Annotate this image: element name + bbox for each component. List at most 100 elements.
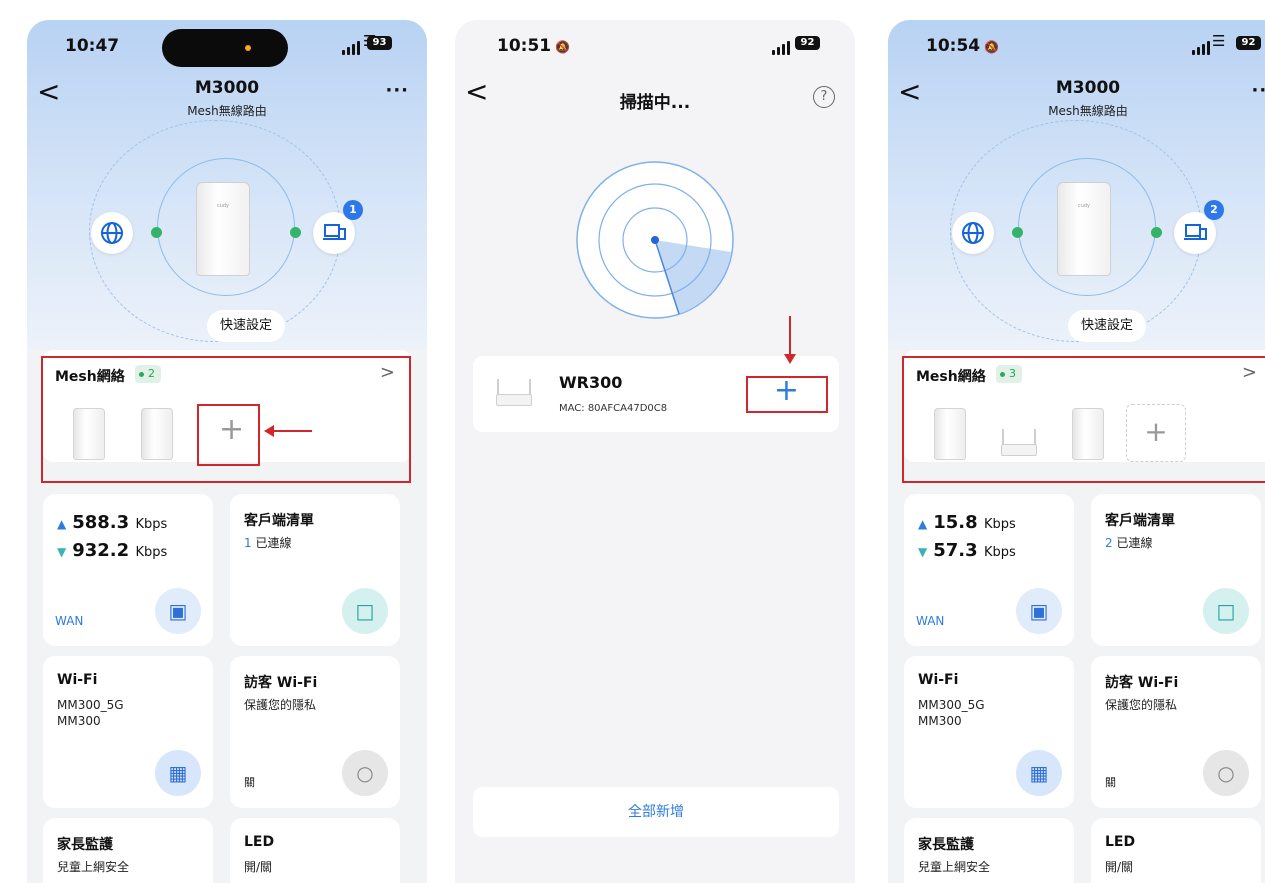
wifi-tile[interactable]: Wi-Fi MM300_5G MM300 ▦	[904, 656, 1074, 808]
status-time: 10:47	[65, 36, 120, 56]
silent-bell-icon: 🔕	[555, 40, 571, 54]
led-tile[interactable]: LED 開/關	[1091, 818, 1261, 883]
status-time: 10:51 🔕	[497, 36, 571, 56]
parental-subtitle: 兒童上網安全	[57, 860, 130, 874]
connected-count: 1 已連線	[244, 536, 292, 550]
annotation-highlight-box	[746, 376, 828, 413]
mesh-topology: cudy 2 快速設定	[946, 120, 1224, 360]
led-subtitle: 開/關	[1105, 860, 1134, 874]
wifi-ssid-5g: MM300_5G	[918, 698, 985, 712]
device-name: WR300	[559, 373, 623, 392]
guest-wifi-subtitle: 保護您的隱私	[244, 698, 317, 712]
mesh-topology: cudy 1 快速設定	[85, 120, 363, 360]
led-title: LED	[1105, 834, 1136, 850]
laptop-icon[interactable]: 2	[1174, 200, 1224, 254]
device-mac: MAC: 80AFCA47D0C8	[559, 403, 668, 414]
guest-wifi-title: 訪客 Wi-Fi	[244, 675, 318, 691]
wifi-icon: ☰	[1212, 32, 1226, 50]
annotation-arrow	[784, 316, 796, 364]
guest-wifi-title: 訪客 Wi-Fi	[1105, 675, 1179, 691]
guest-wifi-tile[interactable]: 訪客 Wi-Fi 保護您的隱私 關 ○	[1091, 656, 1261, 808]
wan-label: WAN	[916, 614, 945, 628]
battery-indicator: 93	[367, 36, 392, 50]
wifi-ssid: MM300	[57, 714, 101, 728]
wifi-title: Wi-Fi	[57, 672, 98, 688]
client-link-dot	[290, 227, 301, 238]
led-tile[interactable]: LED 開/關	[230, 818, 400, 883]
qr-code-icon[interactable]: ▦	[1016, 750, 1062, 796]
battery-indicator: 92	[795, 36, 820, 50]
wifi-ssid: MM300	[918, 714, 962, 728]
radar-scan-animation	[576, 161, 734, 319]
wifi-title: Wi-Fi	[918, 672, 959, 688]
client-list-tile[interactable]: 客戶端清單 2 已連線 □	[1091, 494, 1261, 646]
client-count-badge: 2	[1204, 200, 1224, 220]
ethernet-port-icon: ▣	[155, 588, 201, 634]
guest-wifi-subtitle: 保護您的隱私	[1105, 698, 1178, 712]
led-title: LED	[244, 834, 275, 850]
guest-wifi-state: 關	[244, 776, 255, 789]
parental-title: 家長監護	[918, 837, 974, 853]
page-title: M3000	[1055, 78, 1121, 98]
guest-wifi-state: 關	[1105, 776, 1116, 789]
wan-link-dot	[151, 227, 162, 238]
laptop-icon[interactable]: 1	[313, 200, 363, 254]
upload-speed: ▲ 15.8 Kbps	[918, 512, 1016, 533]
main-router-image[interactable]: cudy	[1057, 182, 1111, 276]
router-dashboard-screen-updated: 10:54🔕 ☰ 92 < M3000 Mesh無線路由 ··· cudy 2 …	[888, 20, 1265, 883]
wan-link-dot	[1012, 227, 1023, 238]
silent-bell-icon: 🔕	[984, 40, 1000, 54]
more-menu-button[interactable]: ···	[385, 80, 409, 101]
client-link-dot	[1151, 227, 1162, 238]
router-dashboard-screen: 10:47 ☰ 93 < M3000 Mesh無線路由 ··· cudy 1 快…	[27, 20, 427, 883]
status-time: 10:54 🔕	[926, 36, 1000, 56]
wifi-ssid-5g: MM300_5G	[57, 698, 124, 712]
add-all-button[interactable]: 全部新增	[473, 787, 839, 837]
guest-users-icon[interactable]: ○	[1203, 750, 1249, 796]
annotation-highlight-box	[197, 404, 260, 466]
status-bar: 10:54 🔕 ☰ 92	[888, 20, 1265, 70]
signal-icon	[342, 35, 360, 55]
page-title: 掃描中...	[619, 93, 691, 113]
ethernet-port-icon: ▣	[1016, 588, 1062, 634]
client-list-title: 客戶端清單	[244, 513, 314, 529]
quick-setup-button[interactable]: 快速設定	[1068, 310, 1146, 342]
status-bar: 10:51 🔕 92	[455, 20, 855, 70]
speed-tile[interactable]: ▲ 15.8 Kbps ▼ 57.3 Kbps WAN ▣	[904, 494, 1074, 646]
quick-setup-button[interactable]: 快速設定	[207, 310, 285, 342]
more-menu-button[interactable]: ···	[1251, 80, 1265, 101]
parental-title: 家長監護	[57, 837, 113, 853]
annotation-arrow	[264, 425, 312, 437]
client-list-title: 客戶端清單	[1105, 513, 1175, 529]
page-title: M3000	[194, 78, 260, 98]
signal-icon	[1192, 35, 1210, 55]
battery-indicator: 92	[1236, 36, 1261, 50]
main-router-image[interactable]: cudy	[196, 182, 250, 276]
parental-control-tile[interactable]: 家長監護 兒童上網安全	[43, 818, 213, 883]
guest-wifi-tile[interactable]: 訪客 Wi-Fi 保護您的隱私 關 ○	[230, 656, 400, 808]
guest-users-icon[interactable]: ○	[342, 750, 388, 796]
laptop-icon: □	[1203, 588, 1249, 634]
qr-code-icon[interactable]: ▦	[155, 750, 201, 796]
led-subtitle: 開/關	[244, 860, 273, 874]
page-subtitle: Mesh無線路由	[187, 104, 267, 118]
download-speed: ▼ 57.3 Kbps	[918, 540, 1016, 561]
parental-control-tile[interactable]: 家長監護 兒童上網安全	[904, 818, 1074, 883]
wr300-router-image	[493, 378, 535, 406]
upload-speed: ▲ 588.3 Kbps	[57, 512, 168, 533]
client-list-tile[interactable]: 客戶端清單 1 已連線 □	[230, 494, 400, 646]
laptop-icon: □	[342, 588, 388, 634]
connected-count: 2 已連線	[1105, 536, 1153, 550]
wan-label: WAN	[55, 614, 84, 628]
client-count-badge: 1	[343, 200, 363, 220]
download-speed: ▼ 932.2 Kbps	[57, 540, 168, 561]
scanning-screen: 10:51 🔕 92 < 掃描中... ? WR300 MAC: 80AFCA47…	[455, 20, 855, 883]
globe-icon[interactable]	[91, 212, 133, 254]
wifi-tile[interactable]: Wi-Fi MM300_5G MM300 ▦	[43, 656, 213, 808]
globe-icon[interactable]	[952, 212, 994, 254]
speed-tile[interactable]: ▲ 588.3 Kbps ▼ 932.2 Kbps WAN ▣	[43, 494, 213, 646]
signal-icon	[772, 35, 790, 55]
dynamic-island	[162, 29, 288, 67]
help-icon[interactable]: ?	[813, 86, 835, 108]
status-bar: 10:47 ☰ 93	[27, 20, 427, 70]
